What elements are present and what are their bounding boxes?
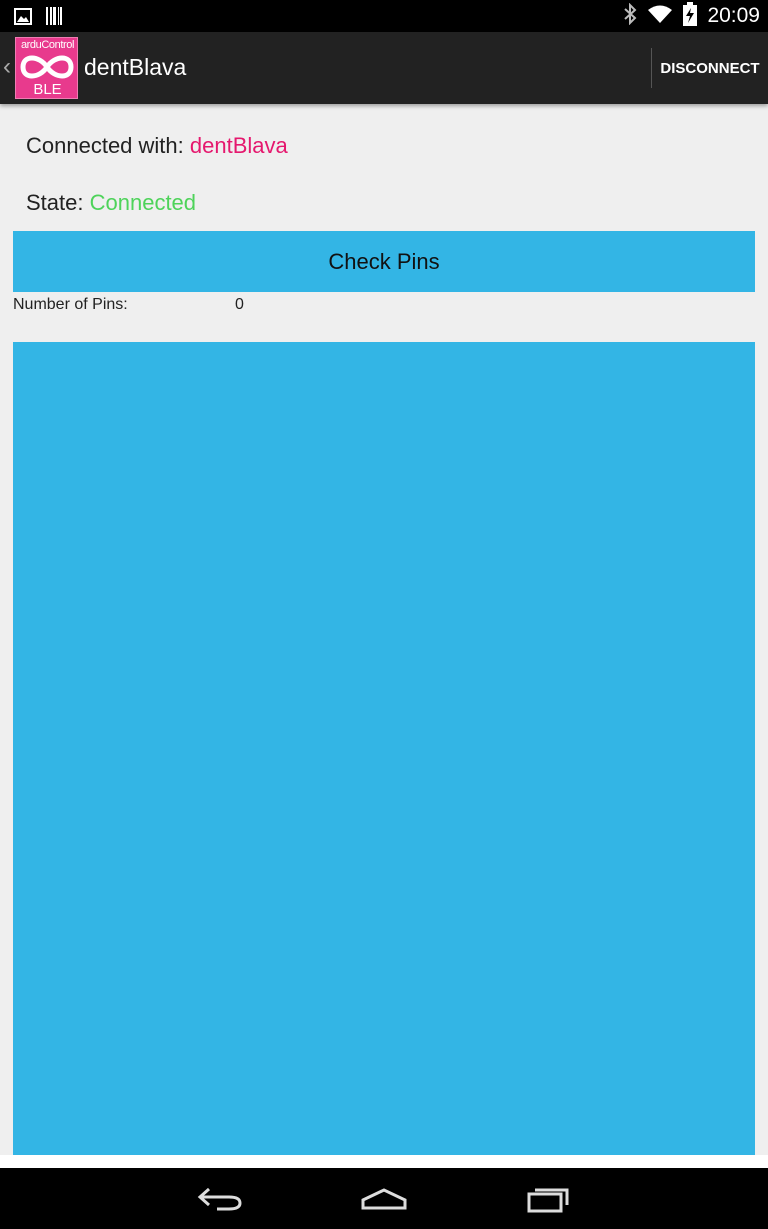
logo-text-top: arduControl bbox=[20, 39, 75, 51]
logo-text-bottom: BLE bbox=[33, 81, 62, 98]
bottom-strip bbox=[0, 1155, 768, 1168]
action-bar: ‹ arduControl BLE dentBlava DISCONNECT bbox=[0, 32, 768, 104]
recent-apps-button[interactable] bbox=[518, 1180, 578, 1218]
state-row: State: Connected bbox=[26, 190, 196, 216]
status-time: 20:09 bbox=[707, 4, 760, 27]
action-bar-title: dentBlava bbox=[84, 54, 187, 80]
state-label: State: bbox=[26, 190, 84, 215]
pins-count-label: Number of Pins: bbox=[13, 296, 128, 313]
bluetooth-icon bbox=[623, 2, 637, 30]
up-chevron-icon[interactable]: ‹ bbox=[3, 54, 11, 80]
state-value: Connected bbox=[89, 190, 197, 215]
wifi-icon bbox=[647, 4, 673, 29]
check-pins-button[interactable]: Check Pins bbox=[13, 231, 755, 292]
pins-list-panel[interactable] bbox=[13, 342, 755, 1155]
home-button[interactable] bbox=[354, 1180, 414, 1218]
home-icon bbox=[361, 1188, 407, 1210]
back-icon bbox=[197, 1187, 242, 1211]
disconnect-button[interactable]: DISCONNECT bbox=[652, 32, 768, 104]
battery-charging-icon bbox=[683, 1, 698, 31]
image-icon bbox=[14, 7, 32, 30]
recent-apps-icon bbox=[527, 1188, 569, 1213]
app-logo[interactable]: arduControl BLE bbox=[15, 37, 78, 99]
back-button[interactable] bbox=[190, 1180, 250, 1218]
infinity-icon bbox=[20, 55, 74, 79]
connected-with-row: Connected with: dentBlava bbox=[26, 133, 288, 159]
pins-count-value: 0 bbox=[235, 296, 244, 313]
device-name: dentBlava bbox=[189, 133, 288, 158]
navigation-bar bbox=[0, 1168, 768, 1229]
barcode-icon bbox=[46, 7, 62, 30]
connected-with-label: Connected with: bbox=[26, 133, 184, 158]
status-bar: 20:09 bbox=[0, 0, 768, 32]
